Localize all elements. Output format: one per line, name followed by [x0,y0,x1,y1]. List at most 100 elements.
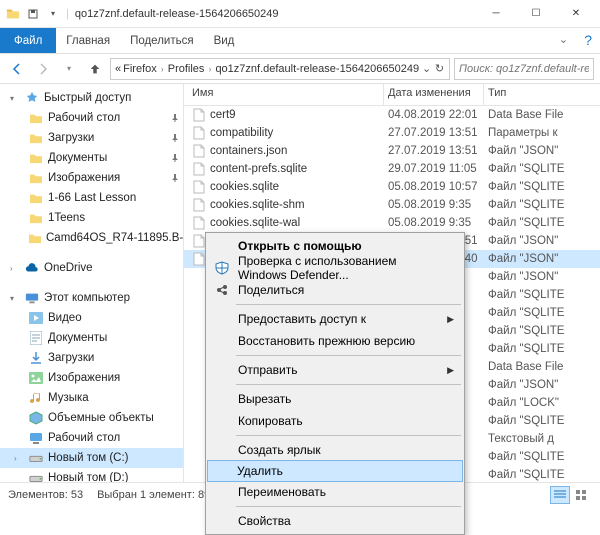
nav-recent-button[interactable]: ▾ [58,58,80,80]
view-details-button[interactable] [550,486,570,504]
chevron-right-icon[interactable]: › [159,64,166,74]
file-icon [192,216,206,230]
column-type[interactable]: Тип [484,84,600,105]
ribbon-tab-home[interactable]: Главная [56,28,120,53]
ctx-restore[interactable]: Восстановить прежнюю версию [208,330,462,352]
ctx-cut[interactable]: Вырезать [208,388,462,410]
ctx-delete[interactable]: Удалить [207,460,463,482]
ctx-defender[interactable]: Проверка с использованием Windows Defend… [208,257,462,279]
file-type: Файл "SQLITE [484,217,600,229]
file-icon [192,198,206,212]
breadcrumb-item[interactable]: Firefox [123,63,157,75]
file-name: cookies.sqlite-shm [210,199,305,211]
file-name: cookies.sqlite [210,181,279,193]
nav-label: Этот компьютер [44,292,130,304]
folder-icon [28,110,44,126]
ribbon-collapse-icon[interactable]: ⌄ [551,28,577,53]
nav-up-button[interactable] [84,58,106,80]
chevron-right-icon: ▶ [447,365,454,376]
nav-quick-item[interactable]: Изображения [0,168,183,188]
ctx-shortcut[interactable]: Создать ярлык [208,439,462,461]
nav-back-button[interactable] [6,58,28,80]
nav-pc-item[interactable]: Загрузки [0,348,183,368]
column-name[interactable]: Имя [184,84,384,105]
close-button[interactable]: ✕ [556,0,596,28]
folder-icon [28,210,44,226]
chevron-right-icon[interactable]: › [14,454,24,463]
file-row[interactable]: containers.json27.07.2019 13:51Файл "JSO… [184,142,600,160]
nav-pc-item[interactable]: Новый том (D:) [0,468,183,482]
ctx-label: Восстановить прежнюю версию [238,334,415,348]
chevron-down-icon[interactable]: ▾ [10,294,20,303]
qat-save-icon[interactable] [24,5,42,23]
folder-icon [4,5,22,23]
file-row[interactable]: compatibility27.07.2019 13:51Параметры к [184,124,600,142]
nav-label: Загрузки [48,132,94,144]
ctx-rename[interactable]: Переименовать [208,481,462,503]
file-icon [192,180,206,194]
file-icon [192,468,206,482]
ctx-properties[interactable]: Свойства [208,510,462,532]
column-date[interactable]: Дата изменения [384,84,484,105]
ctx-label: Проверка с использованием Windows Defend… [238,254,442,282]
nav-pc-item[interactable]: Рабочий стол [0,428,183,448]
file-type: Файл "JSON" [484,235,600,247]
qat-dropdown-icon[interactable]: ▾ [44,5,62,23]
ctx-give-access[interactable]: Предоставить доступ к▶ [208,308,462,330]
breadcrumb-item[interactable]: Profiles [168,63,205,75]
file-icon [192,396,206,410]
file-row[interactable]: cert904.08.2019 22:01Data Base File [184,106,600,124]
ctx-separator [236,506,461,507]
file-date: 29.07.2019 11:05 [384,163,484,175]
chevron-right-icon[interactable]: › [206,64,213,74]
ctx-share[interactable]: Поделиться [208,279,462,301]
ribbon-tab-share[interactable]: Поделиться [120,28,204,53]
file-row[interactable]: cookies.sqlite-shm05.08.2019 9:35Файл "S… [184,196,600,214]
breadcrumb[interactable]: « Firefox › Profiles › qo1z7znf.default-… [110,58,450,80]
nav-quick-item[interactable]: Camd64OS_R74-11895.B-Special [0,228,183,248]
minimize-button[interactable]: ─ [476,0,516,28]
file-type: Файл "SQLITE [484,451,600,463]
nav-pc-item[interactable]: Изображения [0,368,183,388]
file-icon [192,234,206,248]
ribbon-tab-view[interactable]: Вид [204,28,245,53]
chevron-down-icon[interactable]: ▾ [10,94,20,103]
nav-this-pc[interactable]: ▾ Этот компьютер [0,288,183,308]
address-dropdown-icon[interactable]: ⌄ [421,62,432,75]
cloud-icon [24,260,40,276]
search-input[interactable] [454,58,594,80]
file-row[interactable]: content-prefs.sqlite29.07.2019 11:05Файл… [184,160,600,178]
view-icons-button[interactable] [572,486,592,504]
maximize-button[interactable]: ☐ [516,0,556,28]
nav-quick-item[interactable]: Рабочий стол [0,108,183,128]
nav-onedrive[interactable]: › OneDrive [0,258,183,278]
ctx-label: Свойства [238,514,291,528]
ribbon-file-tab[interactable]: Файл [0,28,56,53]
context-menu: Открыть с помощью Проверка с использован… [205,232,465,535]
nav-label: OneDrive [44,262,93,274]
refresh-icon[interactable]: ↻ [434,62,445,75]
file-row[interactable]: cookies.sqlite-wal05.08.2019 9:35Файл "S… [184,214,600,232]
nav-pc-item[interactable]: Музыка [0,388,183,408]
nav-quick-item[interactable]: Загрузки [0,128,183,148]
file-type: Файл "LOCK" [484,397,600,409]
nav-quick-item[interactable]: Документы [0,148,183,168]
breadcrumb-item[interactable]: qo1z7znf.default-release-1564206650249 [215,63,419,75]
file-row[interactable]: cookies.sqlite05.08.2019 10:57Файл "SQLI… [184,178,600,196]
nav-pc-item[interactable]: ›Новый том (C:) [0,448,183,468]
nav-quick-item[interactable]: 1Teens [0,208,183,228]
ctx-send-to[interactable]: Отправить▶ [208,359,462,381]
chevron-right-icon[interactable]: › [10,264,20,273]
nav-pc-item[interactable]: Объемные объекты [0,408,183,428]
file-type: Файл "JSON" [484,271,600,283]
nav-quick-access[interactable]: ▾ Быстрый доступ [0,88,183,108]
nav-pc-item[interactable]: Видео [0,308,183,328]
ctx-copy[interactable]: Копировать [208,410,462,432]
file-icon [192,270,206,284]
nav-label: Загрузки [48,352,94,364]
help-icon[interactable]: ? [576,28,600,53]
nav-quick-item[interactable]: 1-66 Last Lesson [0,188,183,208]
nav-pc-item[interactable]: Документы [0,328,183,348]
nav-forward-button[interactable] [32,58,54,80]
file-name: content-prefs.sqlite [210,163,307,175]
